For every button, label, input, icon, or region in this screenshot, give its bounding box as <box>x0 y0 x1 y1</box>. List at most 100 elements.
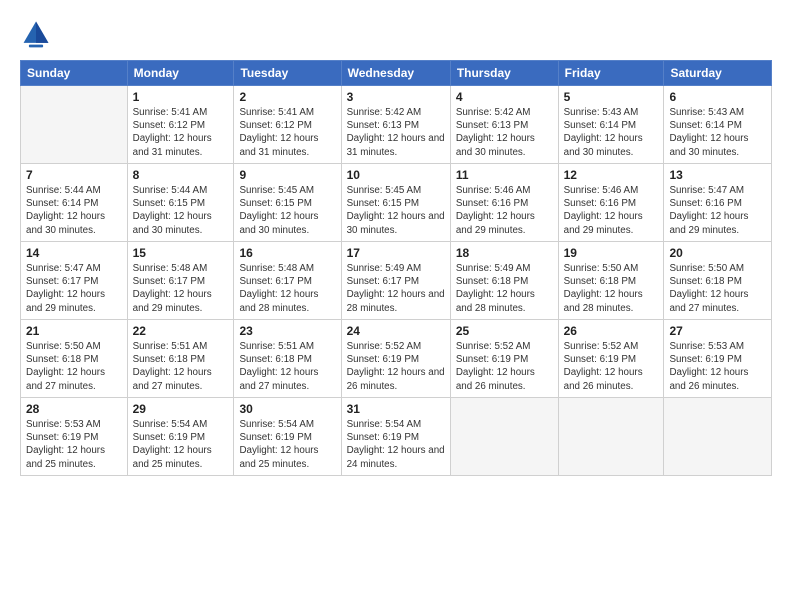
calendar-cell: 26 Sunrise: 5:52 AMSunset: 6:19 PMDayligh… <box>558 320 664 398</box>
calendar-cell: 2 Sunrise: 5:41 AMSunset: 6:12 PMDaylight… <box>234 86 341 164</box>
weekday-header-saturday: Saturday <box>664 61 772 86</box>
day-info: Sunrise: 5:42 AMSunset: 6:13 PMDaylight:… <box>347 106 445 159</box>
day-info: Sunrise: 5:47 AMSunset: 6:17 PMDaylight:… <box>26 262 122 315</box>
page-header <box>20 18 772 50</box>
day-info: Sunrise: 5:41 AMSunset: 6:12 PMDaylight:… <box>239 106 335 159</box>
day-info: Sunrise: 5:47 AMSunset: 6:16 PMDaylight:… <box>669 184 766 237</box>
day-info: Sunrise: 5:52 AMSunset: 6:19 PMDaylight:… <box>347 340 445 393</box>
day-info: Sunrise: 5:42 AMSunset: 6:13 PMDaylight:… <box>456 106 553 159</box>
day-info: Sunrise: 5:43 AMSunset: 6:14 PMDaylight:… <box>564 106 659 159</box>
day-number: 24 <box>347 324 445 338</box>
week-row-1: 1Sunrise: 5:41 AMSunset: 6:12 PMDaylight… <box>21 86 772 164</box>
day-number: 2 <box>239 90 335 104</box>
day-info: Sunrise: 5:52 AMSunset: 6:19 PMDaylight:… <box>564 340 659 393</box>
day-info: Sunrise: 5:54 AMSunset: 6:19 PMDaylight:… <box>347 418 445 471</box>
weekday-header-monday: Monday <box>127 61 234 86</box>
day-number: 30 <box>239 402 335 416</box>
calendar-cell: 11 Sunrise: 5:46 AMSunset: 6:16 PMDayligh… <box>450 164 558 242</box>
day-number: 4 <box>456 90 553 104</box>
day-number: 12 <box>564 168 659 182</box>
calendar-cell: 22 Sunrise: 5:51 AMSunset: 6:18 PMDayligh… <box>127 320 234 398</box>
weekday-header-sunday: Sunday <box>21 61 128 86</box>
logo-icon <box>20 18 52 50</box>
calendar-cell <box>558 398 664 476</box>
calendar-cell: 5 Sunrise: 5:43 AMSunset: 6:14 PMDaylight… <box>558 86 664 164</box>
day-number: 16 <box>239 246 335 260</box>
calendar-cell <box>21 86 128 164</box>
day-info: Sunrise: 5:52 AMSunset: 6:19 PMDaylight:… <box>456 340 553 393</box>
calendar-cell: 25 Sunrise: 5:52 AMSunset: 6:19 PMDayligh… <box>450 320 558 398</box>
calendar-cell: 6Sunrise: 5:43 AMSunset: 6:14 PMDaylight… <box>664 86 772 164</box>
day-info: Sunrise: 5:53 AMSunset: 6:19 PMDaylight:… <box>26 418 122 471</box>
calendar-cell: 29Sunrise: 5:54 AMSunset: 6:19 PMDayligh… <box>127 398 234 476</box>
day-number: 15 <box>133 246 229 260</box>
weekday-header-thursday: Thursday <box>450 61 558 86</box>
day-info: Sunrise: 5:54 AMSunset: 6:19 PMDaylight:… <box>133 418 229 471</box>
week-row-2: 7 Sunrise: 5:44 AMSunset: 6:14 PMDaylight… <box>21 164 772 242</box>
calendar-cell: 3 Sunrise: 5:42 AMSunset: 6:13 PMDaylight… <box>341 86 450 164</box>
calendar-cell: 18Sunrise: 5:49 AMSunset: 6:18 PMDayligh… <box>450 242 558 320</box>
day-number: 19 <box>564 246 659 260</box>
day-number: 27 <box>669 324 766 338</box>
week-row-5: 28 Sunrise: 5:53 AMSunset: 6:19 PMDayligh… <box>21 398 772 476</box>
calendar-cell: 10Sunrise: 5:45 AMSunset: 6:15 PMDayligh… <box>341 164 450 242</box>
day-number: 20 <box>669 246 766 260</box>
calendar-cell: 28 Sunrise: 5:53 AMSunset: 6:19 PMDayligh… <box>21 398 128 476</box>
calendar-cell: 21Sunrise: 5:50 AMSunset: 6:18 PMDayligh… <box>21 320 128 398</box>
weekday-header-tuesday: Tuesday <box>234 61 341 86</box>
calendar-cell: 19Sunrise: 5:50 AMSunset: 6:18 PMDayligh… <box>558 242 664 320</box>
day-number: 26 <box>564 324 659 338</box>
day-info: Sunrise: 5:45 AMSunset: 6:15 PMDaylight:… <box>239 184 335 237</box>
calendar-cell <box>664 398 772 476</box>
week-row-4: 21Sunrise: 5:50 AMSunset: 6:18 PMDayligh… <box>21 320 772 398</box>
day-number: 22 <box>133 324 229 338</box>
day-number: 13 <box>669 168 766 182</box>
calendar-cell: 14 Sunrise: 5:47 AMSunset: 6:17 PMDayligh… <box>21 242 128 320</box>
day-info: Sunrise: 5:43 AMSunset: 6:14 PMDaylight:… <box>669 106 766 159</box>
calendar-cell: 31 Sunrise: 5:54 AMSunset: 6:19 PMDayligh… <box>341 398 450 476</box>
day-number: 23 <box>239 324 335 338</box>
day-info: Sunrise: 5:46 AMSunset: 6:16 PMDaylight:… <box>564 184 659 237</box>
calendar-cell: 4 Sunrise: 5:42 AMSunset: 6:13 PMDaylight… <box>450 86 558 164</box>
day-info: Sunrise: 5:41 AMSunset: 6:12 PMDaylight:… <box>133 106 229 159</box>
calendar-cell: 7 Sunrise: 5:44 AMSunset: 6:14 PMDaylight… <box>21 164 128 242</box>
calendar-cell: 24 Sunrise: 5:52 AMSunset: 6:19 PMDayligh… <box>341 320 450 398</box>
day-number: 14 <box>26 246 122 260</box>
calendar-cell <box>450 398 558 476</box>
calendar-cell: 17Sunrise: 5:49 AMSunset: 6:17 PMDayligh… <box>341 242 450 320</box>
day-number: 7 <box>26 168 122 182</box>
day-info: Sunrise: 5:48 AMSunset: 6:17 PMDaylight:… <box>239 262 335 315</box>
day-info: Sunrise: 5:46 AMSunset: 6:16 PMDaylight:… <box>456 184 553 237</box>
day-number: 10 <box>347 168 445 182</box>
day-info: Sunrise: 5:51 AMSunset: 6:18 PMDaylight:… <box>239 340 335 393</box>
day-number: 18 <box>456 246 553 260</box>
calendar-cell: 1Sunrise: 5:41 AMSunset: 6:12 PMDaylight… <box>127 86 234 164</box>
calendar-cell: 12 Sunrise: 5:46 AMSunset: 6:16 PMDayligh… <box>558 164 664 242</box>
calendar-cell: 13 Sunrise: 5:47 AMSunset: 6:16 PMDayligh… <box>664 164 772 242</box>
calendar-cell: 27Sunrise: 5:53 AMSunset: 6:19 PMDayligh… <box>664 320 772 398</box>
day-info: Sunrise: 5:50 AMSunset: 6:18 PMDaylight:… <box>26 340 122 393</box>
day-number: 25 <box>456 324 553 338</box>
day-number: 28 <box>26 402 122 416</box>
day-number: 9 <box>239 168 335 182</box>
day-number: 8 <box>133 168 229 182</box>
day-info: Sunrise: 5:54 AMSunset: 6:19 PMDaylight:… <box>239 418 335 471</box>
calendar-cell: 8 Sunrise: 5:44 AMSunset: 6:15 PMDaylight… <box>127 164 234 242</box>
day-info: Sunrise: 5:51 AMSunset: 6:18 PMDaylight:… <box>133 340 229 393</box>
weekday-header-friday: Friday <box>558 61 664 86</box>
calendar-cell: 9 Sunrise: 5:45 AMSunset: 6:15 PMDaylight… <box>234 164 341 242</box>
logo <box>20 18 56 50</box>
day-number: 3 <box>347 90 445 104</box>
day-info: Sunrise: 5:50 AMSunset: 6:18 PMDaylight:… <box>669 262 766 315</box>
day-info: Sunrise: 5:44 AMSunset: 6:14 PMDaylight:… <box>26 184 122 237</box>
day-info: Sunrise: 5:44 AMSunset: 6:15 PMDaylight:… <box>133 184 229 237</box>
calendar-cell: 23 Sunrise: 5:51 AMSunset: 6:18 PMDayligh… <box>234 320 341 398</box>
week-row-3: 14 Sunrise: 5:47 AMSunset: 6:17 PMDayligh… <box>21 242 772 320</box>
calendar-cell: 16 Sunrise: 5:48 AMSunset: 6:17 PMDayligh… <box>234 242 341 320</box>
calendar-table: SundayMondayTuesdayWednesdayThursdayFrid… <box>20 60 772 476</box>
calendar-cell: 20 Sunrise: 5:50 AMSunset: 6:18 PMDayligh… <box>664 242 772 320</box>
day-number: 31 <box>347 402 445 416</box>
day-number: 11 <box>456 168 553 182</box>
day-info: Sunrise: 5:48 AMSunset: 6:17 PMDaylight:… <box>133 262 229 315</box>
day-number: 5 <box>564 90 659 104</box>
